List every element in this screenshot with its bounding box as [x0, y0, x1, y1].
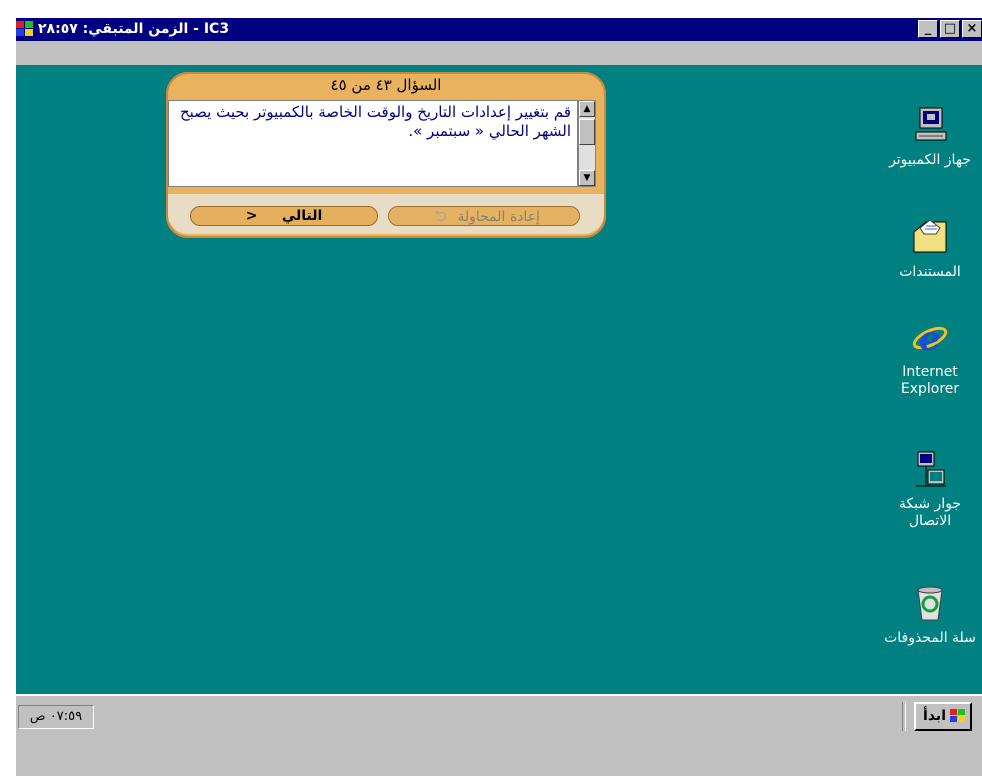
question-text-box: قم بتغيير إعدادات التاريخ والوقت الخاصة …: [168, 100, 578, 187]
documents-label: المستندات: [899, 264, 961, 280]
svg-text:e: e: [919, 319, 941, 358]
scroll-up-icon[interactable]: ▲: [579, 101, 595, 117]
desktop-icon-my-computer[interactable]: جهاز الكمبيوتر: [870, 106, 982, 169]
network-label-line1: جوار شبكة: [898, 496, 962, 512]
retry-button[interactable]: إعادة المحاولة ⮌: [388, 206, 580, 226]
recycle-bin-icon: [910, 584, 950, 624]
next-button[interactable]: التالي <: [190, 206, 378, 226]
internet-explorer-label-line1: Internet: [902, 364, 958, 380]
computer-icon: [910, 106, 950, 146]
retry-arrow-icon: ⮌: [434, 206, 447, 225]
recycle-bin-label: سلة المحذوفات: [884, 630, 976, 646]
desktop-icon-recycle-bin[interactable]: سلة المحذوفات: [870, 584, 982, 647]
network-label-line2: الاتصال: [908, 513, 952, 529]
close-button[interactable]: ×: [962, 20, 982, 38]
minimize-button[interactable]: _: [918, 20, 938, 38]
next-label: التالي: [281, 208, 323, 224]
internet-explorer-label-line2: Explorer: [900, 381, 960, 397]
my-computer-label: جهاز الكمبيوتر: [889, 152, 971, 168]
question-scrollbar[interactable]: ▲ ▼: [578, 100, 596, 187]
desktop-icon-network[interactable]: جوار شبكة الاتصال: [870, 450, 982, 530]
taskbar-clock[interactable]: ٠٧:٥٩ ص: [18, 705, 94, 729]
maximize-button[interactable]: □: [940, 20, 960, 38]
start-label: ابدأ: [923, 708, 946, 724]
start-button[interactable]: ابدأ: [914, 702, 972, 731]
window-title-bar: الزمن المتبقي: ٢٨:٥٧ - IC3 _ □ ×: [16, 18, 982, 41]
menu-band: [16, 41, 982, 65]
next-arrow-icon: <: [245, 208, 258, 224]
question-header: السؤال ٤٣ من ٤٥: [330, 76, 442, 94]
scroll-down-icon[interactable]: ▼: [579, 170, 595, 186]
app-logo-icon: [16, 21, 34, 37]
taskbar: [16, 694, 982, 776]
question-text: قم بتغيير إعدادات التاريخ والوقت الخاصة …: [179, 103, 571, 140]
question-footer: التالي < إعادة المحاولة ⮌: [168, 194, 604, 234]
desktop-icon-internet-explorer[interactable]: e Internet Explorer: [870, 318, 982, 398]
retry-label: إعادة المحاولة: [457, 209, 540, 225]
network-icon: [910, 450, 950, 490]
window-title: الزمن المتبقي: ٢٨:٥٧ - IC3: [38, 21, 230, 37]
taskbar-separator: [902, 702, 906, 731]
scroll-thumb[interactable]: [579, 119, 595, 145]
internet-explorer-icon: e: [910, 318, 950, 359]
windows-flag-icon: [950, 709, 966, 723]
folder-icon: [910, 218, 950, 258]
desktop-icon-documents[interactable]: المستندات: [870, 218, 982, 281]
